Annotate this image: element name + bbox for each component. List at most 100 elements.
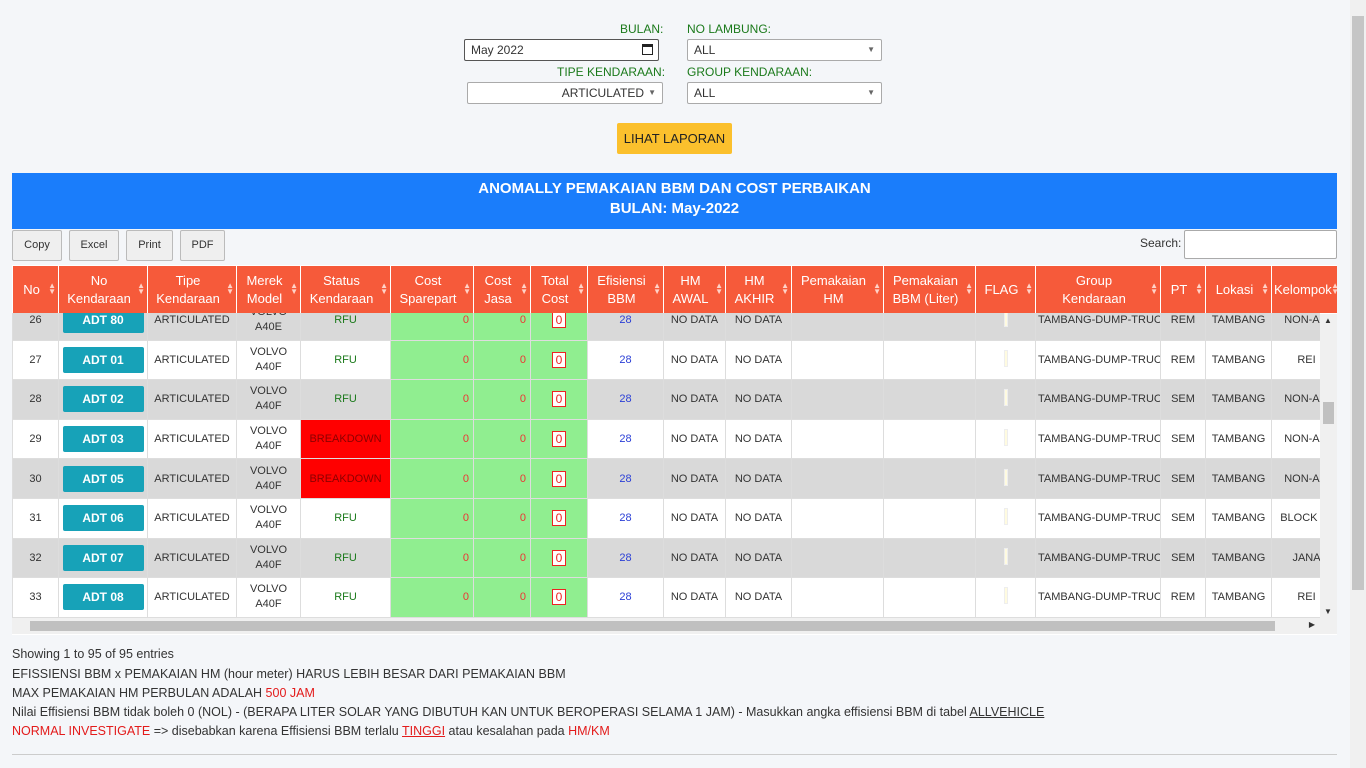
calendar-icon[interactable]: [642, 44, 653, 55]
cell-group: TAMBANG-DUMP-TRUCK: [1035, 497, 1161, 539]
sort-icon: ▲▼: [653, 281, 661, 296]
column-header-0[interactable]: No ▲ ▼: [12, 265, 59, 314]
cell-no: 27: [12, 339, 59, 381]
tipe-kendaraan-label: TIPE KENDARAAN:: [557, 65, 666, 79]
column-header-5[interactable]: Cost Sparepart ▲ ▼: [390, 265, 474, 314]
cell-efisiensi: 28: [587, 497, 664, 539]
cell-lokasi: TAMBANG: [1205, 379, 1272, 420]
cell-total-cost: 0: [530, 339, 588, 381]
flag-indicator: [1003, 508, 1008, 526]
cell-pemakaian-bbm: [883, 339, 976, 381]
table-row[interactable]: 32 ADT 07 ARTICULATED VOLVO A40F RFU 0 0 0 28 NO D…: [12, 537, 1320, 579]
no-lambung-select[interactable]: ALL ▼: [687, 39, 882, 61]
column-header-9[interactable]: HM AWAL ▲ ▼: [663, 265, 726, 314]
cell-efisiensi: 28: [587, 418, 664, 460]
scroll-right-icon[interactable]: ▶: [1309, 620, 1315, 629]
cell-cost-sparepart: 0: [390, 379, 474, 420]
cell-pt: REM: [1160, 313, 1206, 341]
cell-group: TAMBANG-DUMP-TRUCK: [1035, 537, 1161, 579]
entries-info: Showing 1 to 95 of 95 entries: [12, 647, 174, 661]
table-body-viewport[interactable]: 26ADT 80ARTICULATEDVOLVOA40ERFU00028NO D…: [12, 313, 1320, 618]
column-header-2[interactable]: Tipe Kendaraan ▲ ▼: [147, 265, 237, 314]
group-kendaraan-select[interactable]: ALL ▼: [687, 82, 882, 104]
column-header-15[interactable]: PT ▲ ▼: [1160, 265, 1206, 314]
cell-efisiensi: 28: [587, 313, 664, 341]
column-header-label: Kelompok: [1274, 281, 1332, 297]
print-button[interactable]: Print: [126, 230, 173, 261]
column-header-7[interactable]: Total Cost ▲ ▼: [530, 265, 588, 314]
cell-no: 33: [12, 577, 59, 618]
table-vertical-scroll-thumb[interactable]: [1323, 402, 1334, 424]
column-header-10[interactable]: HM AKHIR ▲ ▼: [725, 265, 792, 314]
column-header-14[interactable]: Group Kendaraan ▲ ▼: [1035, 265, 1161, 314]
cell-kelompok: NON-ALI: [1271, 458, 1320, 499]
table-row[interactable]: 27 ADT 01 ARTICULATED VOLVO A40F RFU 0 0 0 28 NO D…: [12, 339, 1320, 381]
column-header-11[interactable]: Pemakaian HM ▲ ▼: [791, 265, 884, 314]
page-scrollbar[interactable]: [1350, 0, 1366, 768]
merek: VOLVO: [249, 583, 288, 596]
cell-total-cost: 0: [530, 418, 588, 460]
note-nilai-efisiensi: Nilai Effisiensi BBM tidak boleh 0 (NOL)…: [12, 705, 1044, 719]
vehicle-button[interactable]: ADT 03: [62, 426, 144, 453]
column-header-16[interactable]: Lokasi ▲ ▼: [1205, 265, 1272, 314]
vehicle-button[interactable]: ADT 08: [62, 584, 144, 611]
vehicle-button[interactable]: ADT 80: [62, 313, 144, 334]
column-header-label: Jasa: [484, 290, 512, 306]
column-header-label: AWAL: [672, 290, 709, 306]
allvehicle-link[interactable]: ALLVEHICLE: [970, 705, 1045, 719]
vehicle-button[interactable]: ADT 05: [62, 465, 144, 492]
column-header-4[interactable]: Status Kendaraan ▲ ▼: [300, 265, 391, 314]
cell-tipe: ARTICULATED: [147, 577, 237, 618]
cell-cost-jasa: 0: [473, 537, 531, 579]
model: A40F: [255, 479, 282, 492]
page-scroll-thumb[interactable]: [1352, 16, 1364, 590]
cell-kendaraan: ADT 07: [58, 537, 148, 579]
table-row[interactable]: 33 ADT 08 ARTICULATED VOLVO A40F RFU 0 0 0 28 NO D…: [12, 577, 1320, 618]
copy-button[interactable]: Copy: [12, 230, 62, 261]
vehicle-button[interactable]: ADT 06: [62, 505, 144, 532]
cell-kelompok: NON-ALI: [1271, 313, 1320, 341]
total-cost-value: 0: [551, 470, 567, 487]
column-header-6[interactable]: Cost Jasa ▲ ▼: [473, 265, 531, 314]
cell-hm-akhir: NO DATA: [725, 577, 792, 618]
column-header-8[interactable]: Efisiensi BBM ▲ ▼: [587, 265, 664, 314]
excel-button[interactable]: Excel: [69, 230, 119, 261]
tipe-kendaraan-select[interactable]: ARTICULATED ▼: [467, 82, 663, 104]
vehicle-button[interactable]: ADT 07: [62, 544, 144, 571]
vehicle-button[interactable]: ADT 01: [62, 346, 144, 373]
table-row[interactable]: 26ADT 80ARTICULATEDVOLVOA40ERFU00028NO D…: [12, 313, 1320, 341]
table-row[interactable]: 31 ADT 06 ARTICULATED VOLVO A40F RFU 0 0 0 28 NO D…: [12, 497, 1320, 539]
report-title: ANOMALLY PEMAKAIAN BBM DAN COST PERBAIKA…: [478, 180, 871, 197]
column-header-3[interactable]: Merek Model ▲ ▼: [236, 265, 301, 314]
cell-pemakaian-hm: [791, 418, 884, 460]
column-header-label: Status: [323, 272, 360, 288]
lihat-laporan-button[interactable]: LIHAT LAPORAN: [617, 123, 732, 154]
pdf-button[interactable]: PDF: [180, 230, 225, 261]
table-row[interactable]: 30 ADT 05 ARTICULATED VOLVO A40F BREAKDOWN 0 0 0…: [12, 458, 1320, 499]
cell-no: 28: [12, 379, 59, 420]
group-kendaraan-value: ALL: [694, 86, 716, 100]
column-header-13[interactable]: FLAG ▲ ▼: [975, 265, 1036, 314]
scroll-down-icon[interactable]: ▼: [1324, 607, 1332, 616]
cell-status: RFU: [300, 313, 391, 341]
column-header-label: Kendaraan: [1062, 290, 1126, 306]
table-horizontal-scrollbar[interactable]: ▶: [12, 618, 1337, 634]
table-row[interactable]: 28 ADT 02 ARTICULATED VOLVO A40F RFU 0 0 0 28 NO D…: [12, 379, 1320, 420]
bulan-value: May 2022: [471, 43, 524, 57]
search-input[interactable]: [1184, 230, 1337, 259]
flag-indicator: [1003, 429, 1008, 447]
column-header-1[interactable]: No Kendaraan ▲ ▼: [58, 265, 148, 314]
cell-status: RFU: [300, 379, 391, 420]
column-header-17[interactable]: Kelompok▲▼: [1271, 265, 1337, 314]
vehicle-button[interactable]: ADT 02: [62, 386, 144, 413]
column-header-12[interactable]: Pemakaian BBM (Liter) ▲ ▼: [883, 265, 976, 314]
bulan-date-input[interactable]: May 2022: [464, 39, 659, 61]
scroll-up-icon[interactable]: ▲: [1324, 316, 1332, 325]
cell-cost-sparepart: 0: [390, 497, 474, 539]
cell-lokasi: TAMBANG: [1205, 577, 1272, 618]
table-vertical-scrollbar[interactable]: ▲ ▼: [1320, 314, 1337, 618]
cell-flag: [975, 379, 1036, 420]
table-horizontal-scroll-thumb[interactable]: [30, 621, 1275, 631]
note-investigate-text2: atau kesalahan pada: [445, 724, 569, 738]
table-row[interactable]: 29 ADT 03 ARTICULATED VOLVO A40F BREAKDOWN 0 0 0…: [12, 418, 1320, 460]
